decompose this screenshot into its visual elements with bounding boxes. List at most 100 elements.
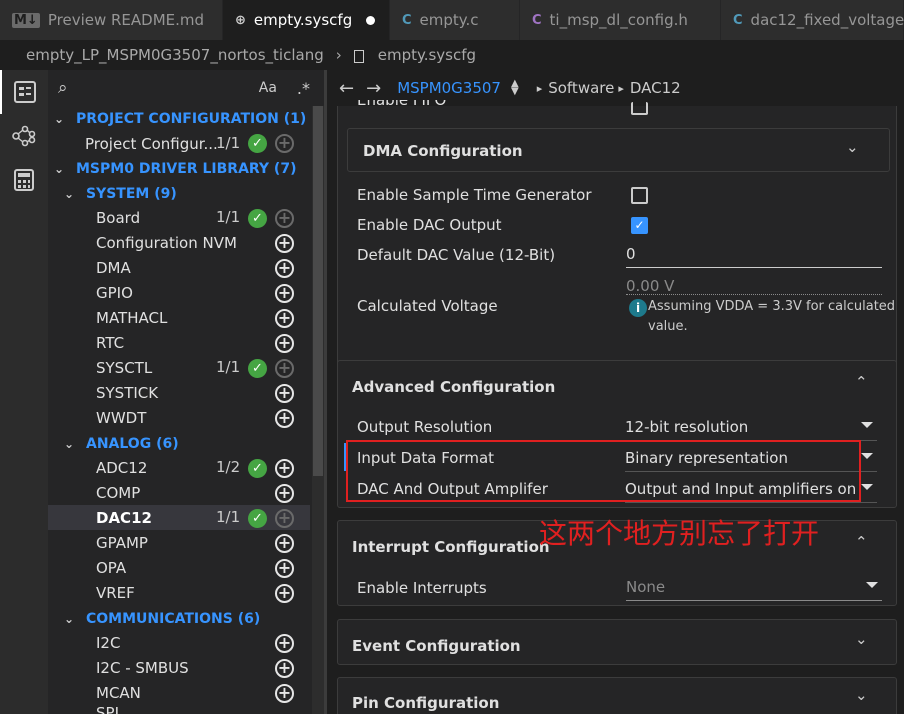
updown-icon[interactable]: ▲ ▼ bbox=[511, 79, 519, 97]
group-driver-library[interactable]: ⌄ MSPM0 DRIVER LIBRARY (7) bbox=[54, 156, 296, 181]
pin-configuration-section[interactable]: Pin Configuration ⌄ bbox=[337, 677, 897, 714]
tab-empty-c[interactable]: C empty.c bbox=[390, 0, 520, 40]
tab-empty-syscfg[interactable]: ⊕ empty.syscfg bbox=[223, 0, 390, 40]
tab-dac12-fixed-voltage[interactable]: C dac12_fixed_voltage bbox=[721, 0, 904, 40]
enable-interrupts-label: Enable Interrupts bbox=[357, 579, 487, 597]
add-icon[interactable]: + bbox=[275, 459, 294, 478]
sidebar-item-project-configuration[interactable]: Project Configur... bbox=[85, 131, 218, 156]
sample-time-checkbox[interactable] bbox=[631, 187, 648, 204]
dma-configuration-section[interactable]: DMA Configuration ⌄ bbox=[347, 128, 890, 172]
sidebar-item-mcan[interactable]: MCAN bbox=[96, 680, 141, 705]
fifo-label: Enable FIFO bbox=[357, 100, 447, 109]
group-analog[interactable]: ⌄ ANALOG (6) bbox=[64, 431, 179, 456]
sample-time-label: Enable Sample Time Generator bbox=[357, 186, 592, 204]
editor-tab-bar: M↓ Preview README.md ⊕ empty.syscfg C em… bbox=[0, 0, 904, 40]
tab-ti-msp-dl-config-h[interactable]: C ti_msp_dl_config.h bbox=[520, 0, 721, 40]
back-arrow-icon[interactable]: ← bbox=[339, 78, 354, 99]
sidebar-scrollbar-thumb[interactable] bbox=[313, 106, 323, 476]
dropdown-icon bbox=[861, 453, 873, 459]
nav-crumb-software[interactable]: Software bbox=[548, 79, 614, 97]
add-icon[interactable]: + bbox=[275, 484, 294, 503]
add-icon[interactable]: + bbox=[275, 409, 294, 428]
add-icon[interactable]: + bbox=[275, 584, 294, 603]
add-icon[interactable]: + bbox=[275, 384, 294, 403]
sidebar-item-dac12[interactable]: DAC12 bbox=[96, 505, 152, 530]
add-icon[interactable]: + bbox=[275, 284, 294, 303]
sidebar-item-wwdt[interactable]: WWDT bbox=[96, 405, 146, 430]
dropdown-icon bbox=[861, 484, 873, 490]
pin-title: Pin Configuration bbox=[352, 694, 500, 712]
sidebar-item-configuration-nvm[interactable]: Configuration NVM bbox=[96, 230, 237, 255]
dac-output-checkbox[interactable]: ✓ bbox=[631, 217, 648, 234]
add-icon[interactable]: + bbox=[275, 234, 294, 253]
activity-bar bbox=[0, 70, 48, 714]
sidebar-item-systick[interactable]: SYSTICK bbox=[96, 380, 158, 405]
instance-count: 1/2 bbox=[216, 458, 241, 476]
calc-divider bbox=[626, 294, 882, 295]
chevron-down-icon[interactable]: ⌄ bbox=[855, 630, 868, 648]
sidebar-item-gpio[interactable]: GPIO bbox=[96, 280, 133, 305]
default-value-input[interactable]: 0 bbox=[626, 243, 882, 268]
search-icon[interactable]: ⌕ bbox=[58, 78, 68, 98]
info-icon: i bbox=[629, 299, 647, 317]
nav-crumb-dac12[interactable]: DAC12 bbox=[630, 79, 681, 97]
chevron-right-icon: ▸ bbox=[536, 81, 543, 95]
add-icon[interactable]: + bbox=[275, 659, 294, 678]
device-selector[interactable]: MSPM0G3507 bbox=[397, 79, 501, 97]
group-project-configuration[interactable]: ⌄ PROJECT CONFIGURATION (1) bbox=[54, 106, 306, 131]
group-communications[interactable]: ⌄ COMMUNICATIONS (6) bbox=[64, 606, 260, 631]
fifo-checkbox[interactable] bbox=[631, 102, 648, 115]
sidebar-item-adc12[interactable]: ADC12 bbox=[96, 455, 147, 480]
unsaved-dot-icon[interactable] bbox=[366, 15, 376, 25]
add-icon[interactable]: + bbox=[275, 684, 294, 703]
network-tree-icon[interactable] bbox=[0, 114, 48, 158]
sidebar-item-spi[interactable]: SPI bbox=[96, 704, 119, 714]
sidebar-item-i2c-smbus[interactable]: I2C - SMBUS bbox=[96, 655, 189, 680]
chevron-up-icon[interactable]: ⌃ bbox=[855, 533, 868, 551]
sidebar-item-vref[interactable]: VREF bbox=[96, 580, 135, 605]
sidebar-item-rtc[interactable]: RTC bbox=[96, 330, 124, 355]
group-system[interactable]: ⌄ SYSTEM (9) bbox=[64, 181, 177, 206]
chevron-up-icon[interactable]: ⌃ bbox=[855, 373, 868, 391]
regex-icon[interactable]: .* bbox=[297, 79, 310, 98]
instance-count: 1/1 bbox=[216, 508, 241, 526]
add-icon[interactable]: + bbox=[275, 259, 294, 278]
sidebar-item-mathacl[interactable]: MATHACL bbox=[96, 305, 167, 330]
chevron-down-icon[interactable]: ⌄ bbox=[855, 686, 868, 704]
calculated-voltage-value: 0.00 V bbox=[626, 277, 675, 295]
output-resolution-dropdown[interactable]: 12-bit resolution bbox=[625, 416, 877, 441]
configuration-view-icon[interactable] bbox=[0, 70, 48, 114]
sidebar-item-opa[interactable]: OPA bbox=[96, 555, 126, 580]
breadcrumb-project[interactable]: empty_LP_MSPM0G3507_nortos_ticlang bbox=[26, 46, 324, 64]
add-icon[interactable]: + bbox=[275, 634, 294, 653]
chevron-down-icon[interactable]: ⌄ bbox=[846, 138, 859, 156]
tab-preview-readme[interactable]: M↓ Preview README.md bbox=[0, 0, 223, 40]
event-title: Event Configuration bbox=[352, 637, 521, 655]
add-disabled-icon: + bbox=[275, 134, 294, 153]
match-case-toggle[interactable]: Aa bbox=[259, 80, 277, 96]
breadcrumb-file[interactable]: empty.syscfg bbox=[378, 46, 476, 64]
add-icon[interactable]: + bbox=[275, 334, 294, 353]
add-icon[interactable]: + bbox=[275, 559, 294, 578]
sidebar-item-dma[interactable]: DMA bbox=[96, 255, 131, 280]
calc-note: Assuming VDDA = 3.3V for calculated valu… bbox=[648, 299, 896, 334]
add-icon[interactable]: + bbox=[275, 534, 294, 553]
forward-arrow-icon[interactable]: → bbox=[366, 78, 381, 99]
sidebar-item-gpamp[interactable]: GPAMP bbox=[96, 530, 148, 555]
event-configuration-section[interactable]: Event Configuration ⌄ bbox=[337, 619, 897, 665]
enable-interrupts-dropdown[interactable]: None bbox=[626, 576, 882, 601]
check-icon: ✓ bbox=[248, 359, 267, 378]
sidebar-item-i2c[interactable]: I2C bbox=[96, 630, 120, 655]
check-icon: ✓ bbox=[248, 134, 267, 153]
annotation-highlight-box bbox=[346, 440, 861, 502]
sidebar-item-sysctl[interactable]: SYSCTL bbox=[96, 355, 152, 380]
config-editor: ← → MSPM0G3507 ▲ ▼ ▸ Software ▸ DAC12 Ena… bbox=[327, 70, 904, 714]
output-resolution-label: Output Resolution bbox=[357, 418, 493, 436]
calculated-voltage-label: Calculated Voltage bbox=[357, 297, 498, 315]
add-disabled-icon: + bbox=[275, 509, 294, 528]
sidebar-item-board[interactable]: Board bbox=[96, 205, 140, 230]
add-icon[interactable]: + bbox=[275, 309, 294, 328]
c-file-icon: C bbox=[733, 12, 743, 28]
calculator-icon[interactable] bbox=[0, 158, 48, 202]
sidebar-item-comp[interactable]: COMP bbox=[96, 480, 140, 505]
